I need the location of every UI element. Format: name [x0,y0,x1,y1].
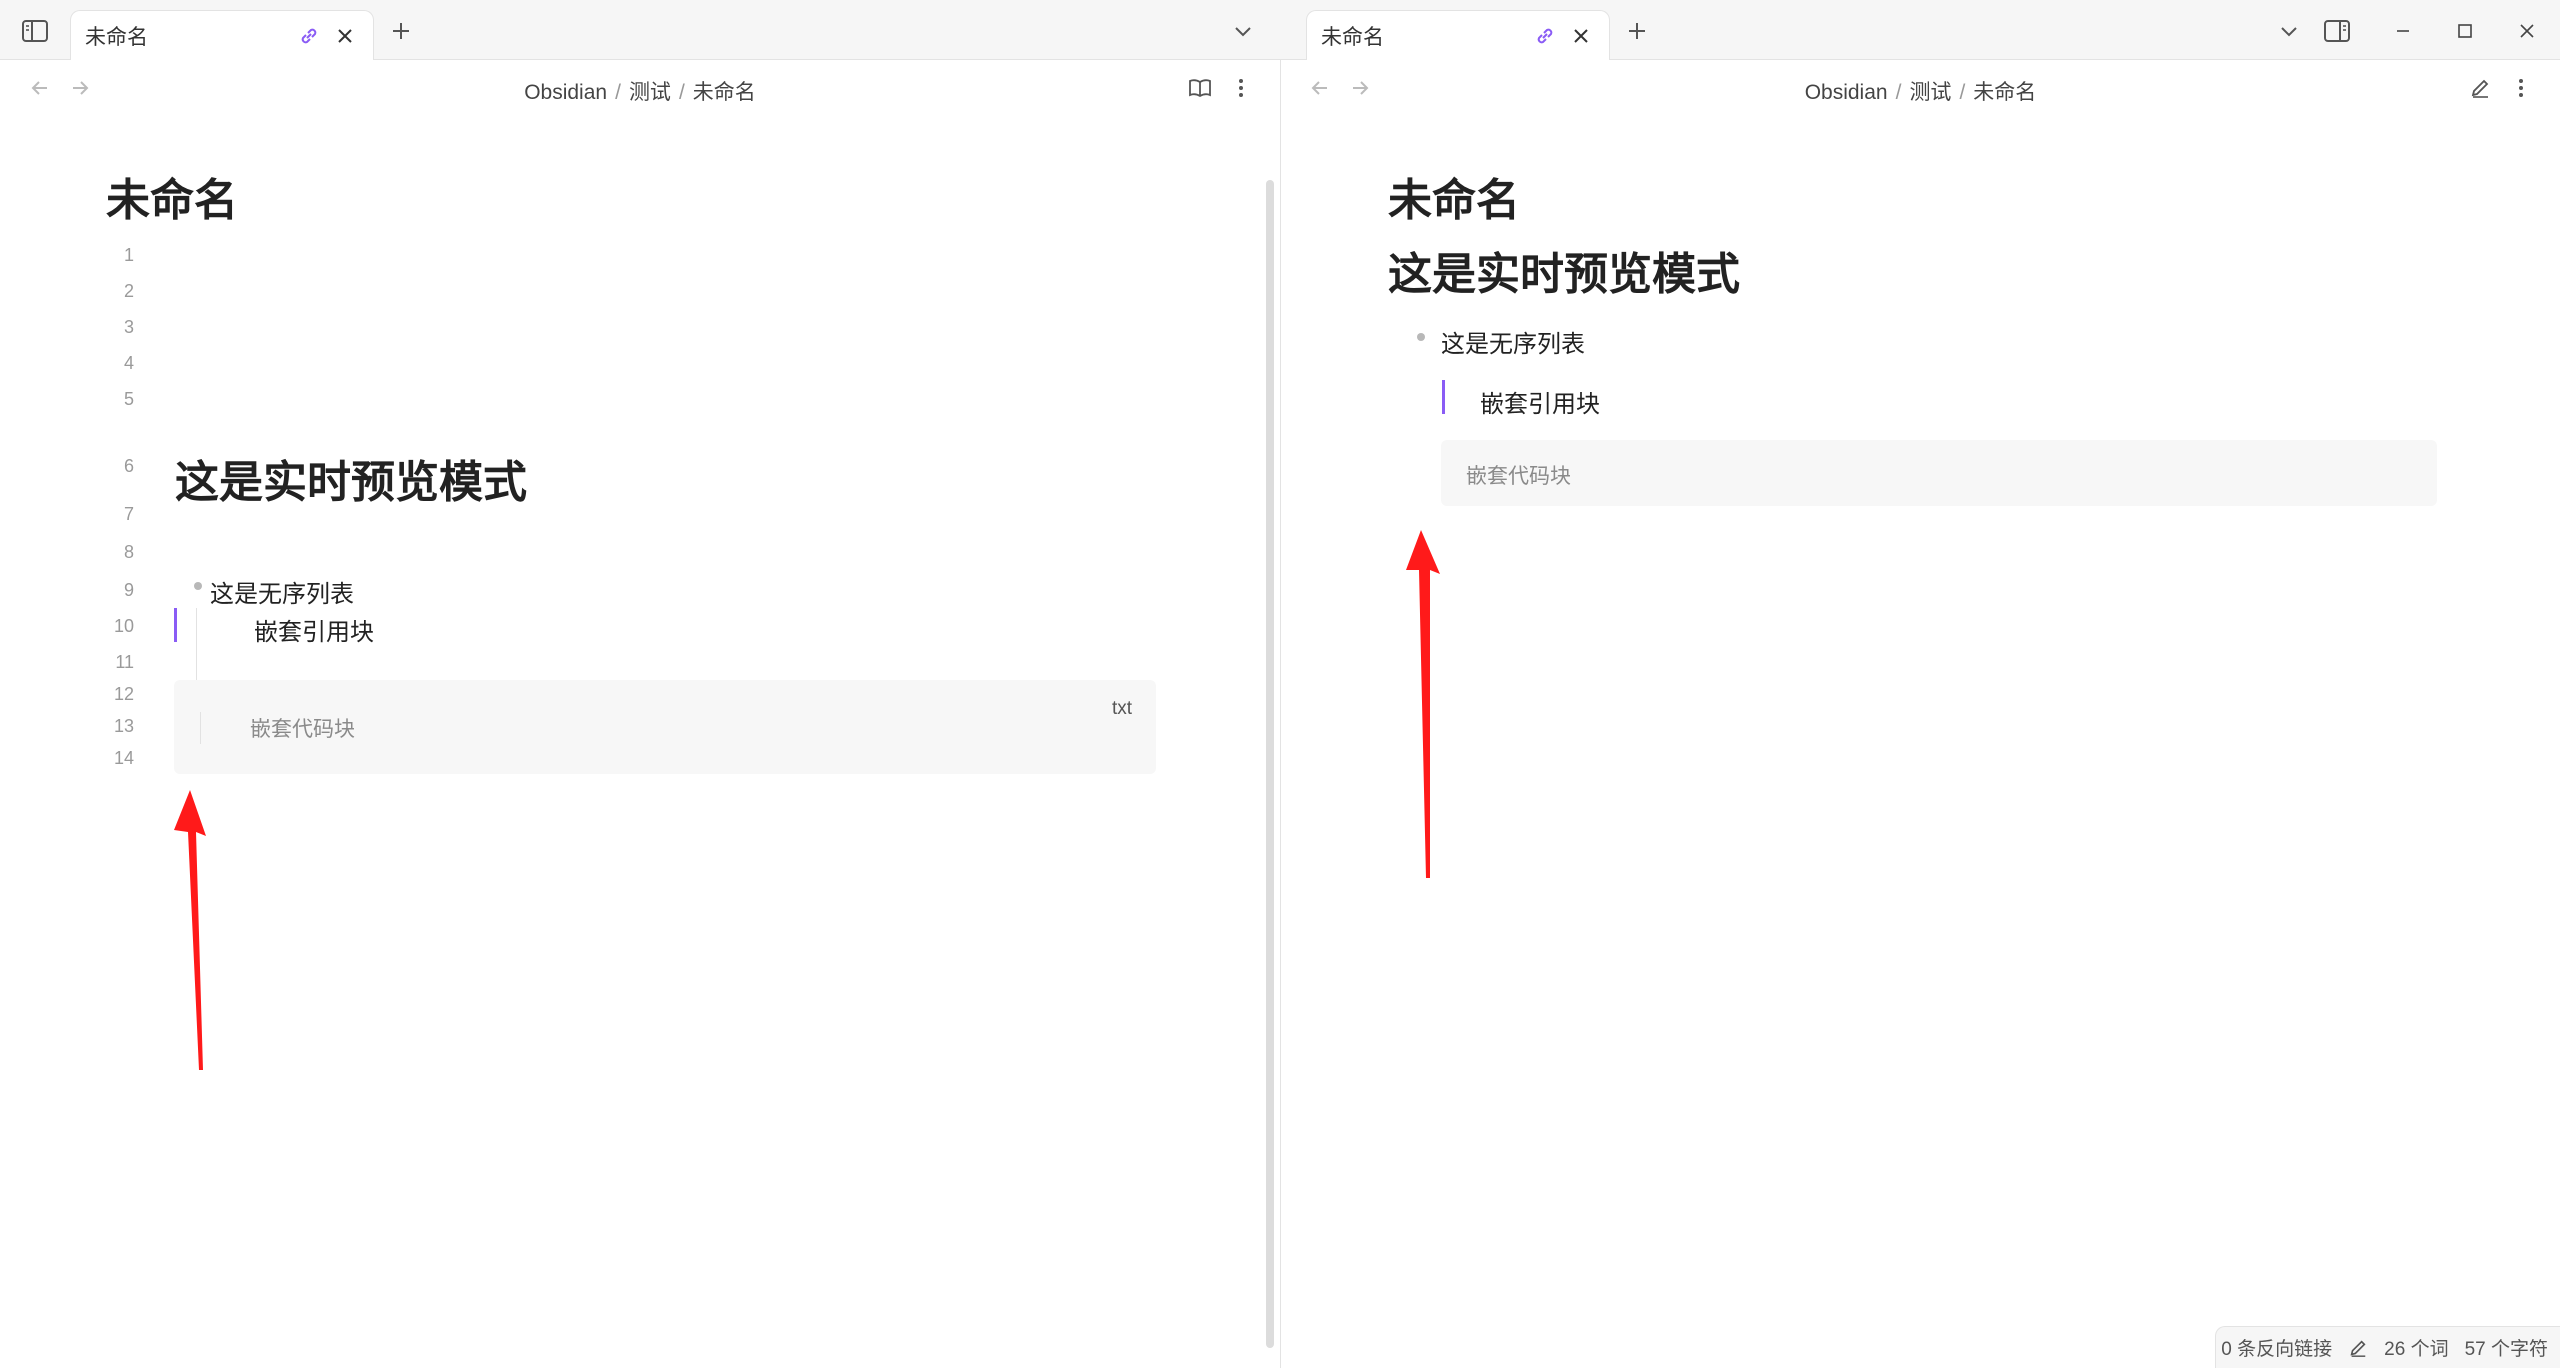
heading: 这是实时预览模式 [1388,250,1740,299]
breadcrumb-folder[interactable]: 测试 [1909,81,1951,104]
list-item[interactable]: 这是无序列表 [210,574,354,609]
scrollbar[interactable] [1266,180,1274,1348]
annotation-arrow [1406,530,1440,878]
line-number: 5 [123,389,134,409]
more-vertical-icon[interactable] [2505,72,2537,104]
list-item: 这是无序列表 [1441,331,1585,358]
breadcrumb-separator: / [1959,81,1966,104]
note-title: 未命名 [1388,176,1520,225]
right-sidebar-icon[interactable] [2320,14,2354,48]
code-text[interactable]: 嵌套代码块 [250,713,355,743]
line-number: 1 [123,245,134,265]
blockquote-bar [1442,380,1445,414]
link-icon[interactable] [295,22,323,50]
chevron-down-icon[interactable] [2272,14,2306,48]
breadcrumb: Obsidian / 测试 / 未命名 [1281,76,2560,106]
line-number: 14 [113,748,134,768]
breadcrumb-separator: / [615,81,621,104]
indent-guide [196,608,197,680]
breadcrumb-note[interactable]: 未命名 [1973,81,2036,104]
link-icon[interactable] [1531,22,1559,50]
breadcrumb-note[interactable]: 未命名 [693,81,756,104]
blockquote-bar [174,608,177,642]
minimize-icon[interactable] [2386,14,2420,48]
left-pane-editor: Obsidian / 测试 / 未命名 未命名 1 2 3 4 5 6 7 8 9 10… [0,60,1280,1368]
pencil-icon[interactable] [2464,72,2496,104]
right-pane-reading: Obsidian / 测试 / 未命名 未命名 这是实时预览模式 这是无序列表 嵌套引用… [1281,60,2560,1368]
backlinks-count[interactable]: 0 条反向链接 [2221,1334,2332,1361]
tab-left-note[interactable]: 未命名 [70,10,374,60]
line-number: 8 [123,542,134,562]
breadcrumb-vault[interactable]: Obsidian [1805,81,1888,104]
chevron-down-icon[interactable] [1226,14,1260,48]
line-number: 4 [123,353,134,373]
line-number: 7 [123,504,134,524]
indent-guide [200,712,201,744]
breadcrumb-separator: / [678,81,685,104]
breadcrumb-folder[interactable]: 测试 [629,81,671,104]
list-bullet [194,582,202,590]
line-number: 6 [123,456,134,476]
char-count: 57 个字符 [2464,1339,2548,1360]
line-number: 11 [115,652,134,672]
obsidian-window: 未命名 未命名 Obsidian / 测试 / 未命名 未命名 1 2 3 4 … [0,0,2560,1368]
line-number: 2 [123,281,134,301]
tab-title: 未命名 [1321,25,1384,49]
annotation-arrow [174,790,206,1070]
maximize-icon[interactable] [2448,14,2482,48]
line-number: 9 [123,580,134,600]
close-icon[interactable] [331,22,359,50]
tab-bar: 未命名 未命名 [0,0,2560,60]
view-header: Obsidian / 测试 / 未命名 [0,60,1280,116]
tab-right-note[interactable]: 未命名 [1306,10,1610,60]
code-block [1441,440,2437,506]
line-number: 3 [123,317,134,337]
plus-icon[interactable] [384,14,418,48]
book-open-icon[interactable] [1184,72,1216,104]
line-number: 10 [113,616,134,636]
view-header: Obsidian / 测试 / 未命名 [1281,60,2560,116]
word-count: 26 个词 [2384,1339,2449,1360]
breadcrumb-separator: / [1895,81,1902,104]
line-number: 13 [113,716,134,736]
blockquote-text[interactable]: 嵌套引用块 [254,612,374,647]
heading-line[interactable]: 这是实时预览模式 [175,446,527,510]
more-vertical-icon[interactable] [1225,72,1257,104]
blockquote-text: 嵌套引用块 [1480,391,1600,418]
list-bullet [1417,333,1425,341]
code-language-label: txt [1112,698,1133,719]
pencil-icon[interactable] [2348,1338,2368,1358]
tab-title: 未命名 [85,25,148,49]
sidebar-toggle-icon[interactable] [18,14,52,48]
breadcrumb: Obsidian / 测试 / 未命名 [0,76,1280,106]
close-icon[interactable] [1567,22,1595,50]
line-number: 12 [113,684,134,704]
plus-icon[interactable] [1620,14,1654,48]
breadcrumb-vault[interactable]: Obsidian [524,81,607,104]
window-close-icon[interactable] [2510,14,2544,48]
code-text: 嵌套代码块 [1466,464,1571,488]
status-bar: 0 条反向链接 26 个词 57 个字符 [2215,1326,2560,1368]
note-title[interactable]: 未命名 [106,164,238,228]
